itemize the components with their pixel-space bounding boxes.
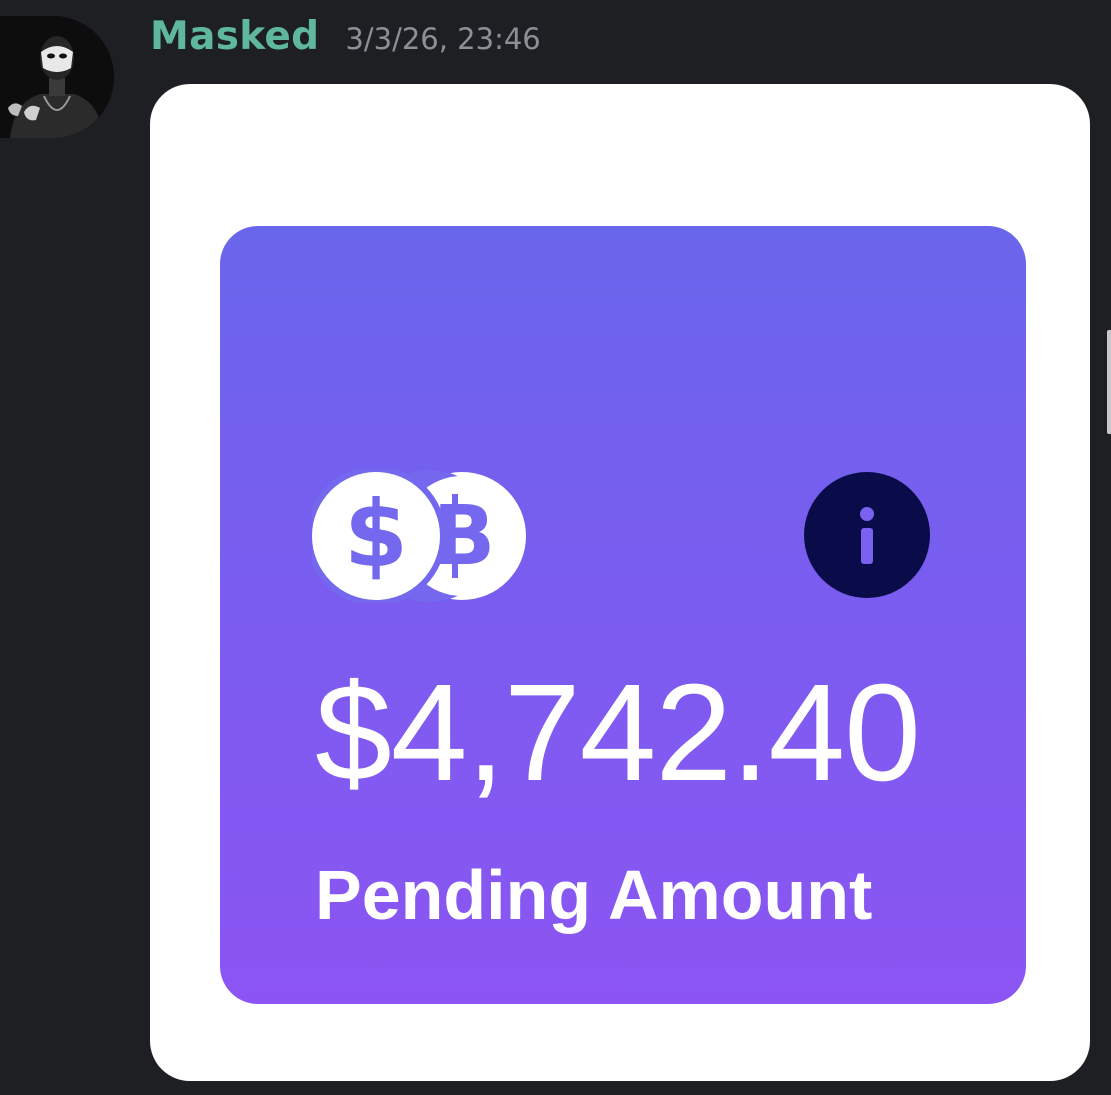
message-header: Masked 3/3/26, 23:46	[150, 14, 541, 70]
pending-amount-value: $4,742.40	[315, 656, 921, 810]
username[interactable]: Masked	[150, 14, 319, 59]
info-icon	[860, 507, 874, 564]
image-attachment[interactable]: B $ $4,742.40 Pending Amount	[150, 84, 1090, 1081]
scrollbar[interactable]	[1107, 330, 1111, 434]
pending-amount-card: B $ $4,742.40 Pending Amount	[220, 226, 1026, 1004]
pending-amount-label: Pending Amount	[315, 856, 873, 934]
masked-man-avatar-icon	[0, 16, 114, 138]
info-button[interactable]	[804, 472, 930, 598]
dollar-bitcoin-coins-icon: B $	[312, 470, 526, 602]
chat-message: Masked 3/3/26, 23:46 B $ $4,742.40 Pendi…	[0, 0, 1111, 1095]
avatar[interactable]	[0, 16, 114, 138]
timestamp: 3/3/26, 23:46	[345, 22, 541, 56]
svg-text:$: $	[344, 481, 408, 588]
